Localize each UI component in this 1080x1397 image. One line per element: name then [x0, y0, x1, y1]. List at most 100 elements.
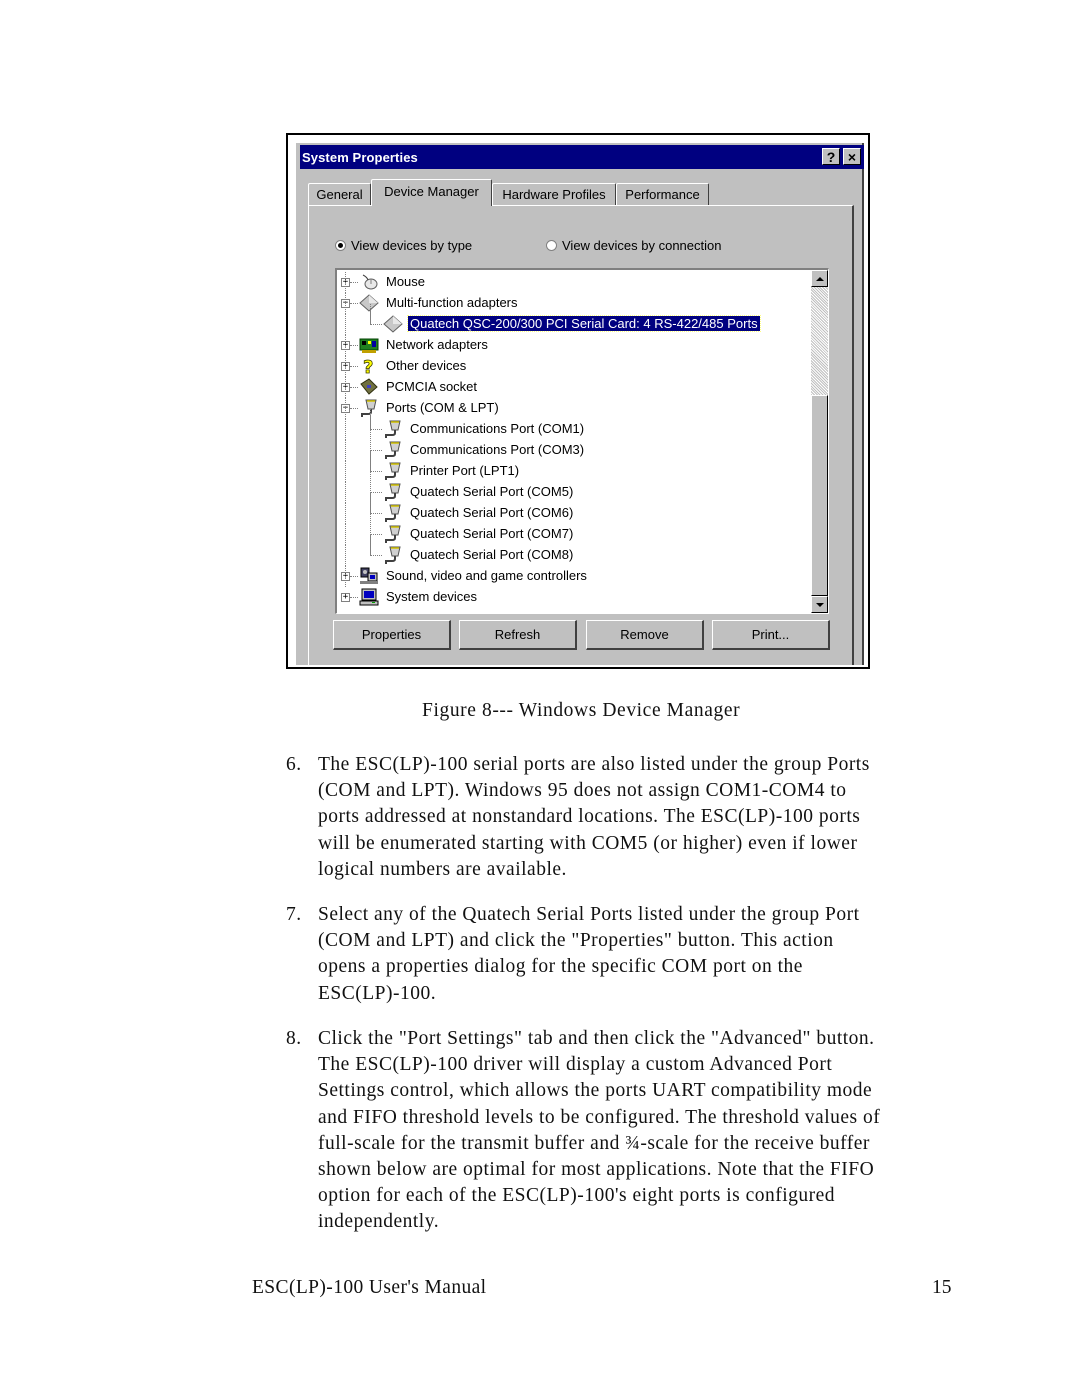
- question-mark-icon: ?: [359, 357, 379, 379]
- tree-item[interactable]: Quatech Serial Port (COM5): [337, 472, 807, 503]
- diamond-device-icon: [359, 294, 379, 312]
- scroll-track[interactable]: [811, 287, 828, 395]
- text-line: (COM and LPT) and click the "Properties"…: [318, 930, 834, 952]
- tree-connector: [345, 566, 346, 587]
- tree-item[interactable]: Quatech QSC-200/300 PCI Serial Card: 4 R…: [337, 304, 807, 335]
- help-button[interactable]: ?: [822, 148, 840, 165]
- tree-item[interactable]: + System devices: [337, 587, 807, 608]
- tab-performance[interactable]: Performance: [616, 183, 709, 205]
- footer-manual-title: ESC(LP)-100 User's Manual: [252, 1277, 487, 1298]
- tree-connector: [345, 419, 346, 440]
- view-by-connection-radio[interactable]: [546, 240, 557, 251]
- tab-general[interactable]: General: [308, 183, 371, 205]
- scroll-up-button[interactable]: [811, 270, 828, 287]
- tree-connector: [350, 408, 358, 409]
- text-line: The ESC(LP)-100 serial ports are also li…: [318, 754, 870, 775]
- tree-item-label: Ports (COM & LPT): [386, 400, 499, 415]
- tree-item[interactable]: + Network adapters: [337, 335, 807, 356]
- scroll-thumb[interactable]: [811, 395, 828, 596]
- tree-item[interactable]: Quatech Serial Port (COM8): [337, 535, 807, 566]
- step-number: 7.: [286, 904, 302, 925]
- tree-item[interactable]: Communications Port (COM1): [337, 409, 807, 440]
- view-by-connection-option[interactable]: View devices by connection: [546, 238, 721, 253]
- scroll-down-button[interactable]: [811, 596, 828, 613]
- tree-item[interactable]: + Mouse: [337, 272, 807, 293]
- step-text: The ESC(LP)-100 serial ports are also li…: [318, 752, 968, 883]
- close-button[interactable]: ×: [843, 148, 861, 165]
- tree-connector: [350, 576, 358, 577]
- network-card-icon: [359, 336, 379, 354]
- tree-item[interactable]: − Multi-function adapters: [337, 293, 807, 314]
- tree-connector: [350, 303, 358, 304]
- device-manager-panel: View devices by type View devices by con…: [308, 205, 854, 665]
- remove-button[interactable]: Remove: [586, 620, 704, 650]
- tree-item[interactable]: + PCMCIA socket: [337, 377, 807, 398]
- tree-item-label: Communications Port (COM3): [410, 442, 585, 457]
- port-connector-icon: [359, 399, 379, 417]
- tree-connector: [370, 555, 382, 556]
- tree-item-label: Other devices: [386, 358, 467, 373]
- tree-item-label: Quatech Serial Port (COM8): [410, 547, 574, 562]
- tree-item-label: Communications Port (COM1): [410, 421, 585, 436]
- mouse-icon: [359, 273, 379, 291]
- view-by-type-radio[interactable]: [335, 240, 346, 251]
- tree-item[interactable]: Communications Port (COM3): [337, 430, 807, 461]
- view-by-type-option[interactable]: View devices by type: [335, 238, 472, 253]
- port-connector-icon: [383, 525, 403, 543]
- tree-item-label: Quatech Serial Port (COM5): [410, 484, 574, 499]
- title-bar[interactable]: System Properties ? ×: [300, 145, 864, 169]
- text-line: full-scale for the transmit buffer and ¾…: [318, 1132, 870, 1154]
- tree-item[interactable]: Quatech Serial Port (COM7): [337, 514, 807, 545]
- tree-item[interactable]: Printer Port (LPT1): [337, 451, 807, 482]
- diamond-device-icon: [383, 315, 403, 333]
- tree-item[interactable]: − Ports (COM & LPT): [337, 398, 807, 419]
- tree-item[interactable]: + Sound, video and game controllers: [337, 566, 807, 587]
- refresh-button[interactable]: Refresh: [459, 620, 577, 650]
- tree-item-label: Quatech Serial Port (COM7): [410, 526, 574, 541]
- multimedia-icon: [359, 567, 379, 585]
- tree-connector: [345, 503, 346, 524]
- tab-hardware-profiles[interactable]: Hardware Profiles: [492, 183, 616, 205]
- tree-connector: [345, 377, 346, 398]
- text-line: option for each of the ESC(LP)-100's eig…: [318, 1185, 836, 1207]
- tree-connector: [345, 335, 346, 356]
- step-number: 8.: [286, 1028, 302, 1049]
- tree-connector: [370, 429, 382, 430]
- figure-screenshot: System Properties ? × General Device Man…: [286, 133, 870, 669]
- step-text: Select any of the Quatech Serial Ports l…: [318, 902, 968, 1007]
- properties-button[interactable]: Properties: [333, 620, 451, 650]
- tree-connector: [345, 314, 346, 335]
- tree-connector: [370, 534, 382, 535]
- tree-connector: [345, 482, 346, 503]
- vertical-scrollbar[interactable]: [811, 270, 828, 613]
- pcmcia-icon: [359, 378, 379, 396]
- tree-connector: [350, 345, 358, 346]
- expand-icon[interactable]: +: [341, 593, 350, 602]
- print-button[interactable]: Print...: [712, 620, 830, 650]
- text-line: (COM and LPT). Windows 95 does not assig…: [318, 780, 847, 802]
- step-text: Click the "Port Settings" tab and then c…: [318, 1026, 968, 1236]
- tab-device-manager[interactable]: Device Manager: [371, 179, 492, 206]
- system-properties-dialog: System Properties ? × General Device Man…: [296, 143, 864, 665]
- device-tree[interactable]: + Mouse − Multi-function adapters Quatech QS…: [335, 268, 829, 614]
- tree-connector: [370, 311, 371, 324]
- tree-connector: [345, 524, 346, 545]
- port-connector-icon: [383, 462, 403, 480]
- step-number: 6.: [286, 754, 302, 775]
- text-line: and FIFO threshold levels to be configur…: [318, 1106, 881, 1128]
- tree-item[interactable]: Quatech Serial Port (COM6): [337, 493, 807, 524]
- text-line: logical numbers are available.: [318, 858, 567, 880]
- figure-caption: Figure 8--- Windows Device Manager: [422, 700, 741, 721]
- close-icon: ×: [847, 148, 857, 165]
- tree-item-label: Mouse: [386, 274, 426, 289]
- port-connector-icon: [383, 441, 403, 459]
- port-connector-icon: [383, 546, 403, 564]
- tree-item[interactable]: +? Other devices: [337, 356, 807, 379]
- tree-connector: [345, 398, 346, 419]
- tree-connector: [370, 471, 382, 472]
- port-connector-icon: [383, 504, 403, 522]
- arrow-up-icon: [815, 276, 824, 281]
- tree-item-label: Sound, video and game controllers: [386, 568, 587, 583]
- tree-connector: [345, 293, 346, 314]
- tree-item-label: Network adapters: [386, 337, 488, 352]
